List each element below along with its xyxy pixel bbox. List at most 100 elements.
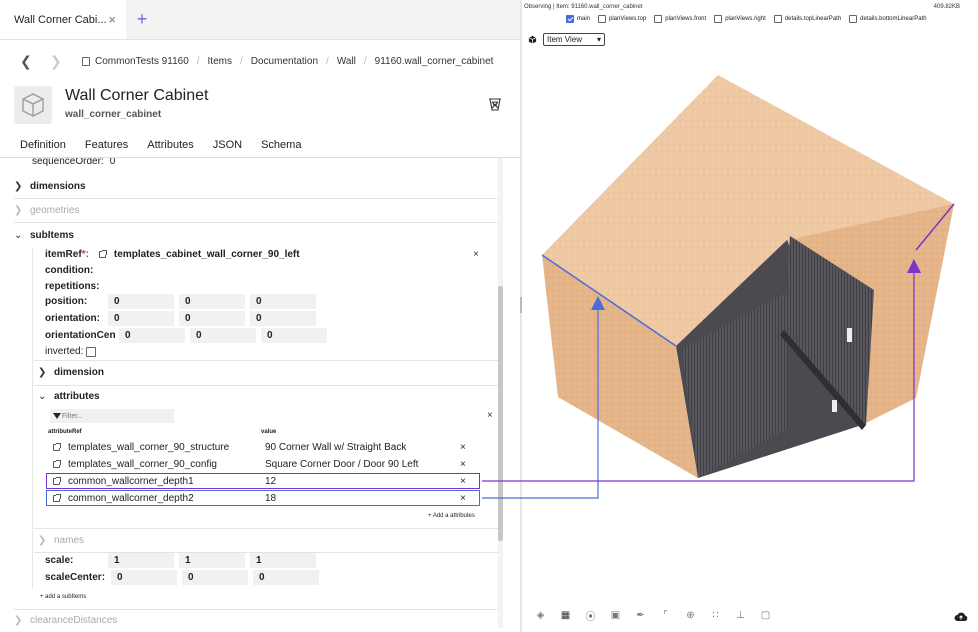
compass-icon[interactable]: ⦿ (578, 608, 603, 623)
section-geometries[interactable]: ❯ geometries (14, 199, 502, 223)
cabinet-3d-viewport[interactable] (522, 0, 978, 632)
position-y-input[interactable]: 0 (179, 294, 245, 309)
dots-grid-icon[interactable]: ∷ (703, 610, 728, 621)
position-label: position: (45, 296, 88, 307)
tab-close-icon[interactable]: × (108, 12, 116, 27)
back-icon[interactable]: ❮ (20, 53, 50, 70)
scale-x-input[interactable]: 1 (108, 553, 174, 568)
repetitions-label: repetitions: (45, 281, 100, 292)
crop-icon[interactable]: ⌜ (653, 610, 678, 621)
scale-center-z-input[interactable]: 0 (253, 570, 319, 585)
scrollbar-thumb[interactable] (498, 286, 503, 541)
remove-row-icon[interactable]: × (460, 459, 466, 470)
scale-center-x-input[interactable]: 0 (111, 570, 177, 585)
table-row[interactable]: common_wallcorner_depth1 12 × (46, 473, 480, 489)
section-subitems[interactable]: ⌄ subItems (14, 223, 502, 247)
orientation-center-x-input[interactable]: 0 (119, 328, 185, 343)
condition-label: condition: (45, 265, 94, 276)
scale-y-input[interactable]: 1 (179, 553, 245, 568)
inverted-row: inverted: (45, 346, 99, 357)
table-row[interactable]: templates_wall_corner_90_structure 90 Co… (53, 439, 487, 455)
table-row[interactable]: templates_wall_corner_90_config Square C… (53, 456, 487, 472)
tab-bar: Wall Corner Cabi... × + (0, 0, 520, 40)
viewer-toolbar: ◈ ▦ ⦿ ▣ ✒ ⌜ ⊕ ∷ ⊥ ▢ (528, 608, 778, 623)
external-link-icon[interactable] (53, 459, 61, 468)
clear-filter-icon[interactable]: × (487, 410, 493, 421)
scale-center-label: scaleCenter: (45, 572, 106, 583)
remove-row-icon[interactable]: × (460, 493, 466, 504)
item-header: Wall Corner Cabinet wall_corner_cabinet (0, 82, 520, 132)
orientation-y-input[interactable]: 0 (179, 311, 245, 326)
external-link-icon[interactable] (53, 442, 61, 451)
section-dimension[interactable]: ❯ dimension (38, 360, 498, 384)
section-attributes[interactable]: ⌄ attributes (38, 384, 498, 408)
image-icon[interactable]: ▢ (753, 610, 778, 621)
cloud-upload-icon[interactable] (954, 609, 968, 627)
chevron-right-icon: ❯ (14, 181, 23, 192)
app-window: Wall Corner Cabi... × + ❮ ❯ CommonTests … (0, 0, 978, 632)
tab-json[interactable]: JSON (213, 139, 242, 151)
breadcrumb-item[interactable]: Items (208, 56, 232, 67)
grid-icon[interactable]: ▦ (553, 610, 578, 621)
chevron-right-icon: ❯ (38, 366, 47, 378)
orientation-center-z-input[interactable]: 0 (261, 328, 327, 343)
breadcrumb-item[interactable]: 91160.wall_corner_cabinet (375, 56, 494, 67)
page-icon (82, 56, 90, 66)
delete-basket-icon[interactable] (487, 96, 503, 117)
tab-item[interactable]: Wall Corner Cabi... × (0, 0, 126, 39)
attribute-filter-input[interactable]: Filter... (50, 409, 174, 423)
remove-row-icon[interactable]: × (460, 442, 466, 453)
scale-label: scale: (45, 555, 74, 566)
measure-icon[interactable]: ⊥ (728, 610, 753, 621)
scrollbar[interactable] (498, 158, 503, 628)
position-x-input[interactable]: 0 (108, 294, 174, 309)
column-header-value: value (261, 429, 277, 435)
external-link-icon[interactable] (53, 476, 61, 485)
chevron-right-icon: ❯ (38, 534, 47, 546)
external-link-icon[interactable] (98, 250, 107, 258)
brush-icon[interactable]: ✒ (628, 610, 653, 621)
section-tabs: Definition Features Attributes JSON Sche… (0, 132, 520, 158)
scale-center-y-input[interactable]: 0 (182, 570, 248, 585)
section-clearance[interactable]: ❯ clearanceDistances (14, 608, 502, 632)
breadcrumb-item[interactable]: CommonTests 91160 (95, 56, 189, 67)
orientation-center-y-input[interactable]: 0 (190, 328, 256, 343)
palette-icon[interactable]: ◈ (528, 610, 553, 621)
remove-itemref-icon[interactable]: × (473, 249, 479, 260)
itemref-value[interactable]: templates_cabinet_wall_corner_90_left (114, 249, 300, 260)
column-header-ref: attributeRef (48, 429, 82, 435)
tab-features[interactable]: Features (85, 139, 128, 151)
inverted-checkbox[interactable] (86, 346, 97, 357)
orientation-z-input[interactable]: 0 (250, 311, 316, 326)
chevron-down-icon: ⌄ (38, 390, 47, 402)
new-tab-button[interactable]: + (126, 0, 158, 39)
cube-icon[interactable]: ▣ (603, 610, 628, 621)
add-subitem-button[interactable]: + add a subItems (40, 594, 86, 600)
breadcrumb-item[interactable]: Documentation (251, 56, 318, 67)
breadcrumb-item[interactable]: Wall (337, 56, 356, 67)
breadcrumb-bar: ❮ ❯ CommonTests 91160 / Items / Document… (20, 52, 494, 70)
tab-definition[interactable]: Definition (20, 139, 66, 151)
scale-z-input[interactable]: 1 (250, 553, 316, 568)
section-dimensions[interactable]: ❯ dimensions (14, 175, 502, 199)
table-row[interactable]: common_wallcorner_depth2 18 × (46, 490, 480, 506)
item-cube-icon (14, 86, 52, 124)
target-icon[interactable]: ⊕ (678, 610, 703, 621)
add-attribute-button[interactable]: + Add a attributes (428, 513, 475, 519)
section-names[interactable]: ❯ names (38, 528, 498, 552)
page-title: Wall Corner Cabinet (65, 87, 209, 104)
position-z-input[interactable]: 0 (250, 294, 316, 309)
remove-row-icon[interactable]: × (460, 476, 466, 487)
orientation-label: orientation: (45, 313, 100, 324)
definition-editor: sequenceOrder: 0 ❯ dimensions ❯ geometri… (0, 158, 510, 632)
sequence-label: sequenceOrder: (32, 158, 104, 167)
tab-attributes[interactable]: Attributes (147, 139, 193, 151)
tab-schema[interactable]: Schema (261, 139, 301, 151)
sequence-value: 0 (109, 158, 116, 167)
external-link-icon[interactable] (53, 493, 61, 502)
tab-title: Wall Corner Cabi... (14, 13, 107, 26)
chevron-down-icon: ⌄ (14, 229, 23, 241)
forward-icon[interactable]: ❯ (50, 53, 80, 70)
orientation-x-input[interactable]: 0 (108, 311, 174, 326)
chevron-right-icon: ❯ (14, 614, 23, 626)
